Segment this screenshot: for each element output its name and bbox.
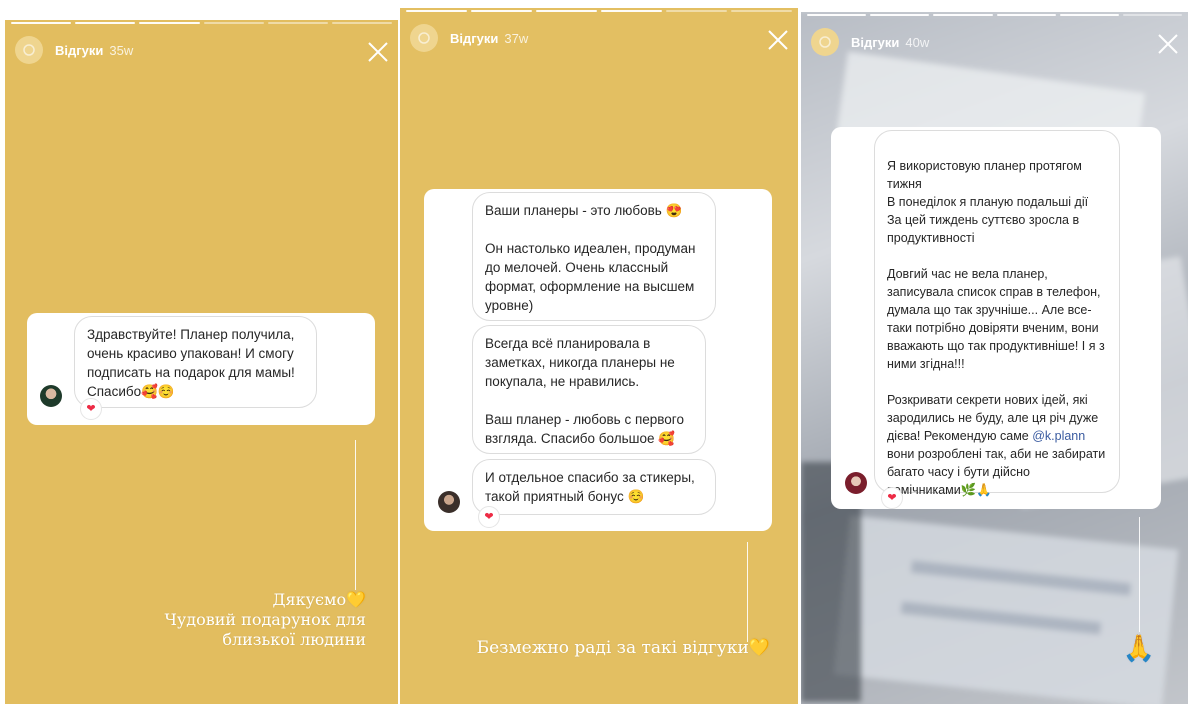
dm-screenshot-card: Ваши планеры - это любовь 😍 Он настолько… [424, 189, 772, 531]
account-name[interactable]: Відгуки [55, 43, 103, 58]
story-time: 37w [504, 30, 529, 46]
message-bubble: Здравствуйте! Планер получила, очень кра… [74, 316, 317, 408]
story-1[interactable]: Відгуки 35w Здравствуйте! Планер получил… [5, 20, 398, 704]
divider-line [1139, 517, 1140, 632]
story-header: Відгуки 40w [811, 28, 929, 56]
caption-line: близької людини [222, 630, 366, 649]
story-progress [11, 22, 393, 24]
story-time: 40w [905, 34, 930, 50]
heart-icon: ❤ [478, 506, 500, 528]
message-text: Я використовую планер протягом тижня В п… [887, 159, 1106, 497]
story-time: 35w [109, 42, 134, 58]
heart-icon: ❤ [881, 487, 903, 509]
story-caption: Безмежно раді за такі відгуки💛 [430, 638, 770, 658]
account-name[interactable]: Відгуки [450, 31, 498, 46]
sender-avatar [438, 491, 460, 513]
story-3[interactable]: Відгуки 40w Я використовую планер протяг… [801, 12, 1188, 704]
account-avatar[interactable] [811, 28, 839, 56]
story-caption: 🙏 [1119, 634, 1159, 664]
message-bubble: Я використовую планер протягом тижня В п… [874, 130, 1120, 497]
dm-screenshot-card: Я використовую планер протягом тижня В п… [831, 127, 1161, 509]
story-caption: Дякуємо💛 Чудовий подарунок для близької … [66, 590, 366, 650]
story-header: Відгуки 37w [410, 24, 528, 52]
story-header: Відгуки 35w [15, 36, 133, 64]
close-icon[interactable] [1156, 32, 1180, 56]
caption-line: Чудовий подарунок для [164, 610, 366, 629]
caption-line: Безмежно раді за такі відгуки💛 [476, 638, 770, 658]
dm-screenshot-card: Здравствуйте! Планер получила, очень кра… [27, 313, 375, 425]
divider-line [747, 542, 748, 642]
story-progress [807, 14, 1183, 16]
account-avatar[interactable] [15, 36, 43, 64]
message-bubble: И отдельное спасибо за стикеры, такой пр… [472, 459, 716, 515]
account-avatar[interactable] [410, 24, 438, 52]
mention-link[interactable]: @k.plann [1032, 429, 1085, 443]
story-2[interactable]: Відгуки 37w Ваши планеры - это любовь 😍 … [400, 8, 798, 704]
close-icon[interactable] [366, 40, 390, 64]
story-progress [406, 10, 792, 12]
account-name[interactable]: Відгуки [851, 35, 899, 50]
caption-line: Дякуємо💛 [272, 590, 366, 609]
divider-line [355, 440, 356, 590]
sender-avatar [845, 472, 867, 494]
close-icon[interactable] [766, 28, 790, 52]
message-bubble: Всегда всё планировала в заметках, никог… [472, 325, 706, 454]
caption-emoji: 🙏 [1122, 634, 1156, 664]
heart-icon: ❤ [80, 398, 102, 420]
sender-avatar [40, 385, 62, 407]
message-bubble: Ваши планеры - это любовь 😍 Он настолько… [472, 192, 716, 321]
